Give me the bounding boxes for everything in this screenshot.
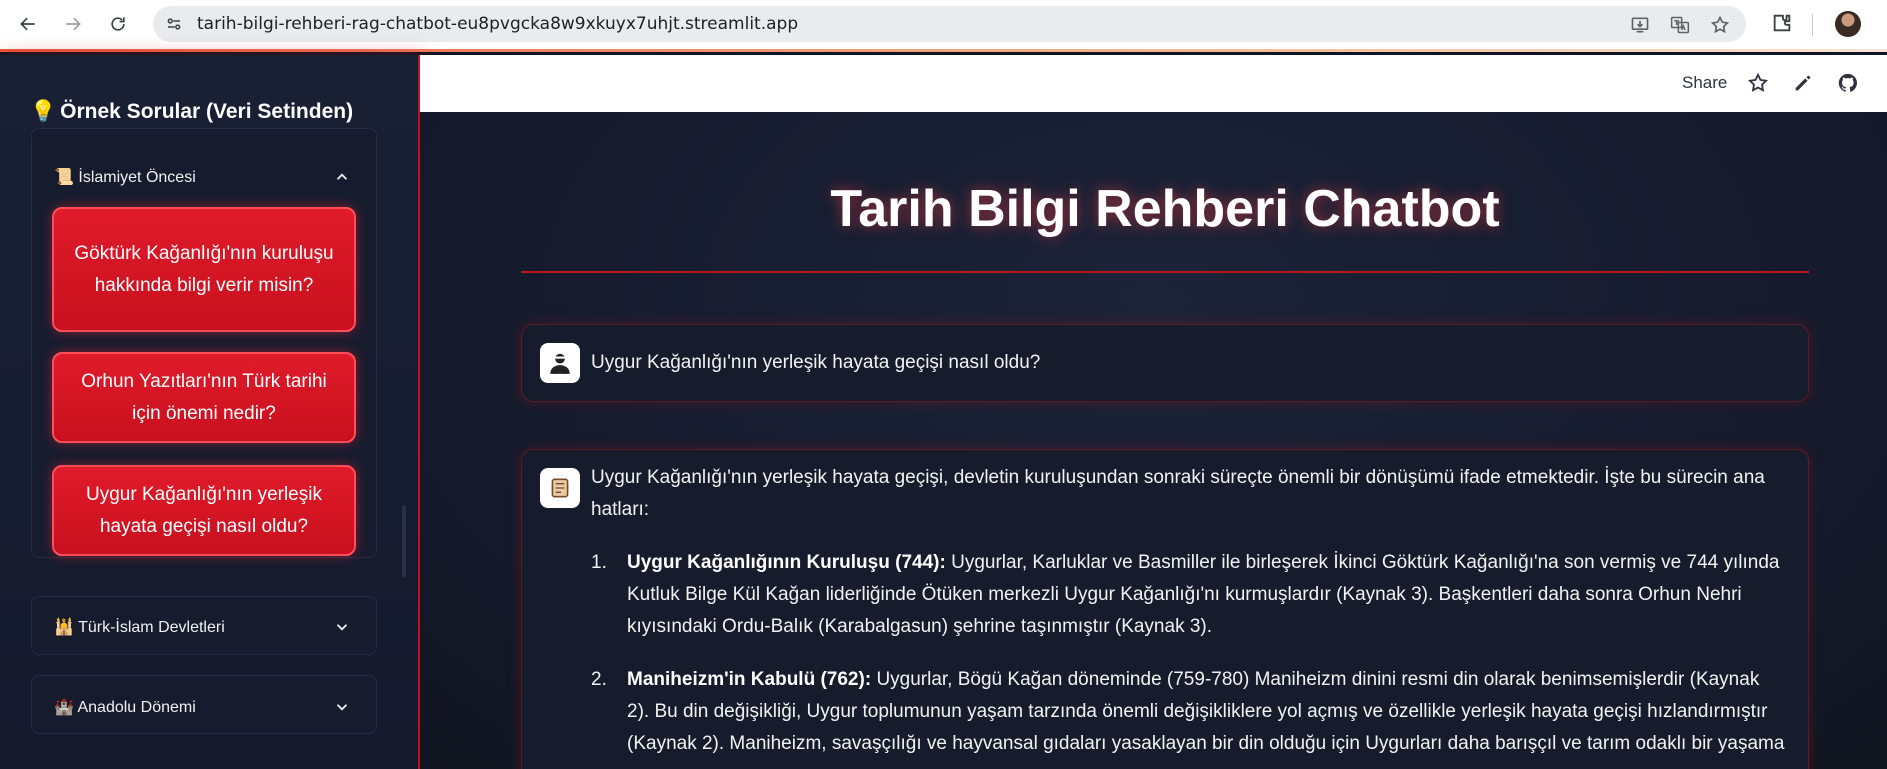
toolbar-separator [1812,14,1813,36]
profile-avatar[interactable] [1835,11,1861,37]
mosque-icon: 🕌 [54,619,74,636]
install-app-icon[interactable] [1630,15,1650,35]
chat-message-user: Uygur Kağanlığı'nın yerleşik hayata geçi… [521,324,1809,402]
question-button-uygur[interactable]: Uygur Kağanlığı'nın yerleşik hayata geçi… [52,465,356,556]
sidebar-title-text: Örnek Sorular (Veri Setinden) [60,100,354,123]
main-content: Share Tarih Bilgi Rehberi Chatbot Uygur … [420,55,1887,769]
assistant-intro-text: Uygur Kağanlığı'nın yerleşik hayata geçi… [591,467,1765,520]
forward-icon[interactable] [61,12,85,36]
expander-label: İslamiyet Öncesi [78,169,196,186]
expander-header-anadolu[interactable]: 🏰 Anadolu Dönemi [54,697,196,717]
expander-label: Türk-İslam Devletleri [78,619,225,636]
sidebar-scrollbar[interactable] [402,505,406,577]
address-bar[interactable]: tarih-bilgi-rehberi-rag-chatbot-eu8pvgck… [153,6,1746,42]
reload-icon[interactable] [106,12,130,36]
app-toolbar: Share [420,55,1887,112]
share-button[interactable]: Share [1682,73,1727,93]
expander-label: Anadolu Dönemi [77,699,196,716]
expander-header-turk-islam[interactable]: 🕌 Türk-İslam Devletleri [54,617,225,637]
github-icon[interactable] [1837,72,1859,94]
extensions-icon[interactable] [1771,12,1793,34]
castle-icon: 🏰 [54,699,74,716]
list-number: 2. [591,669,607,690]
user-message-text: Uygur Kağanlığı'nın yerleşik hayata geçi… [591,352,1041,373]
question-button-gokturk[interactable]: Göktürk Kağanlığı'nın kuruluşu hakkında … [52,207,356,332]
chat-message-assistant: Uygur Kağanlığı'nın yerleşik hayata geçi… [521,449,1809,769]
user-avatar-icon [540,343,580,383]
sidebar-title: 💡 Örnek Sorular (Veri Setinden) [30,100,353,124]
browser-chrome: tarih-bilgi-rehberi-rag-chatbot-eu8pvgck… [0,0,1887,52]
site-settings-icon[interactable] [165,15,183,33]
expander-header-islamiyet-oncesi[interactable]: 📜 İslamiyet Öncesi [54,167,196,187]
list-number: 1. [591,552,607,573]
translate-icon[interactable] [1670,15,1690,35]
back-icon[interactable] [16,12,40,36]
star-icon[interactable] [1747,72,1769,94]
bookmark-star-icon[interactable] [1710,15,1730,35]
question-button-orhun[interactable]: Orhun Yazıtları'nın Türk tarihi için öne… [52,352,356,443]
list-heading: Uygur Kağanlığının Kuruluşu (744): [627,552,946,573]
lightbulb-icon: 💡 [30,100,57,123]
scroll-icon: 📜 [54,169,74,186]
sidebar: 💡 Örnek Sorular (Veri Setinden) 📜 İslamiy… [0,55,420,769]
title-divider [521,271,1809,273]
edit-icon[interactable] [1792,72,1814,94]
chevron-down-icon[interactable] [333,618,351,636]
scroll-avatar-icon [540,468,580,508]
chevron-down-icon[interactable] [333,698,351,716]
list-heading: Maniheizm'in Kabulü (762): [627,669,872,690]
url-text[interactable]: tarih-bilgi-rehberi-rag-chatbot-eu8pvgck… [197,14,798,34]
page-title: Tarih Bilgi Rehberi Chatbot [830,180,1500,238]
chevron-up-icon[interactable] [333,168,351,186]
